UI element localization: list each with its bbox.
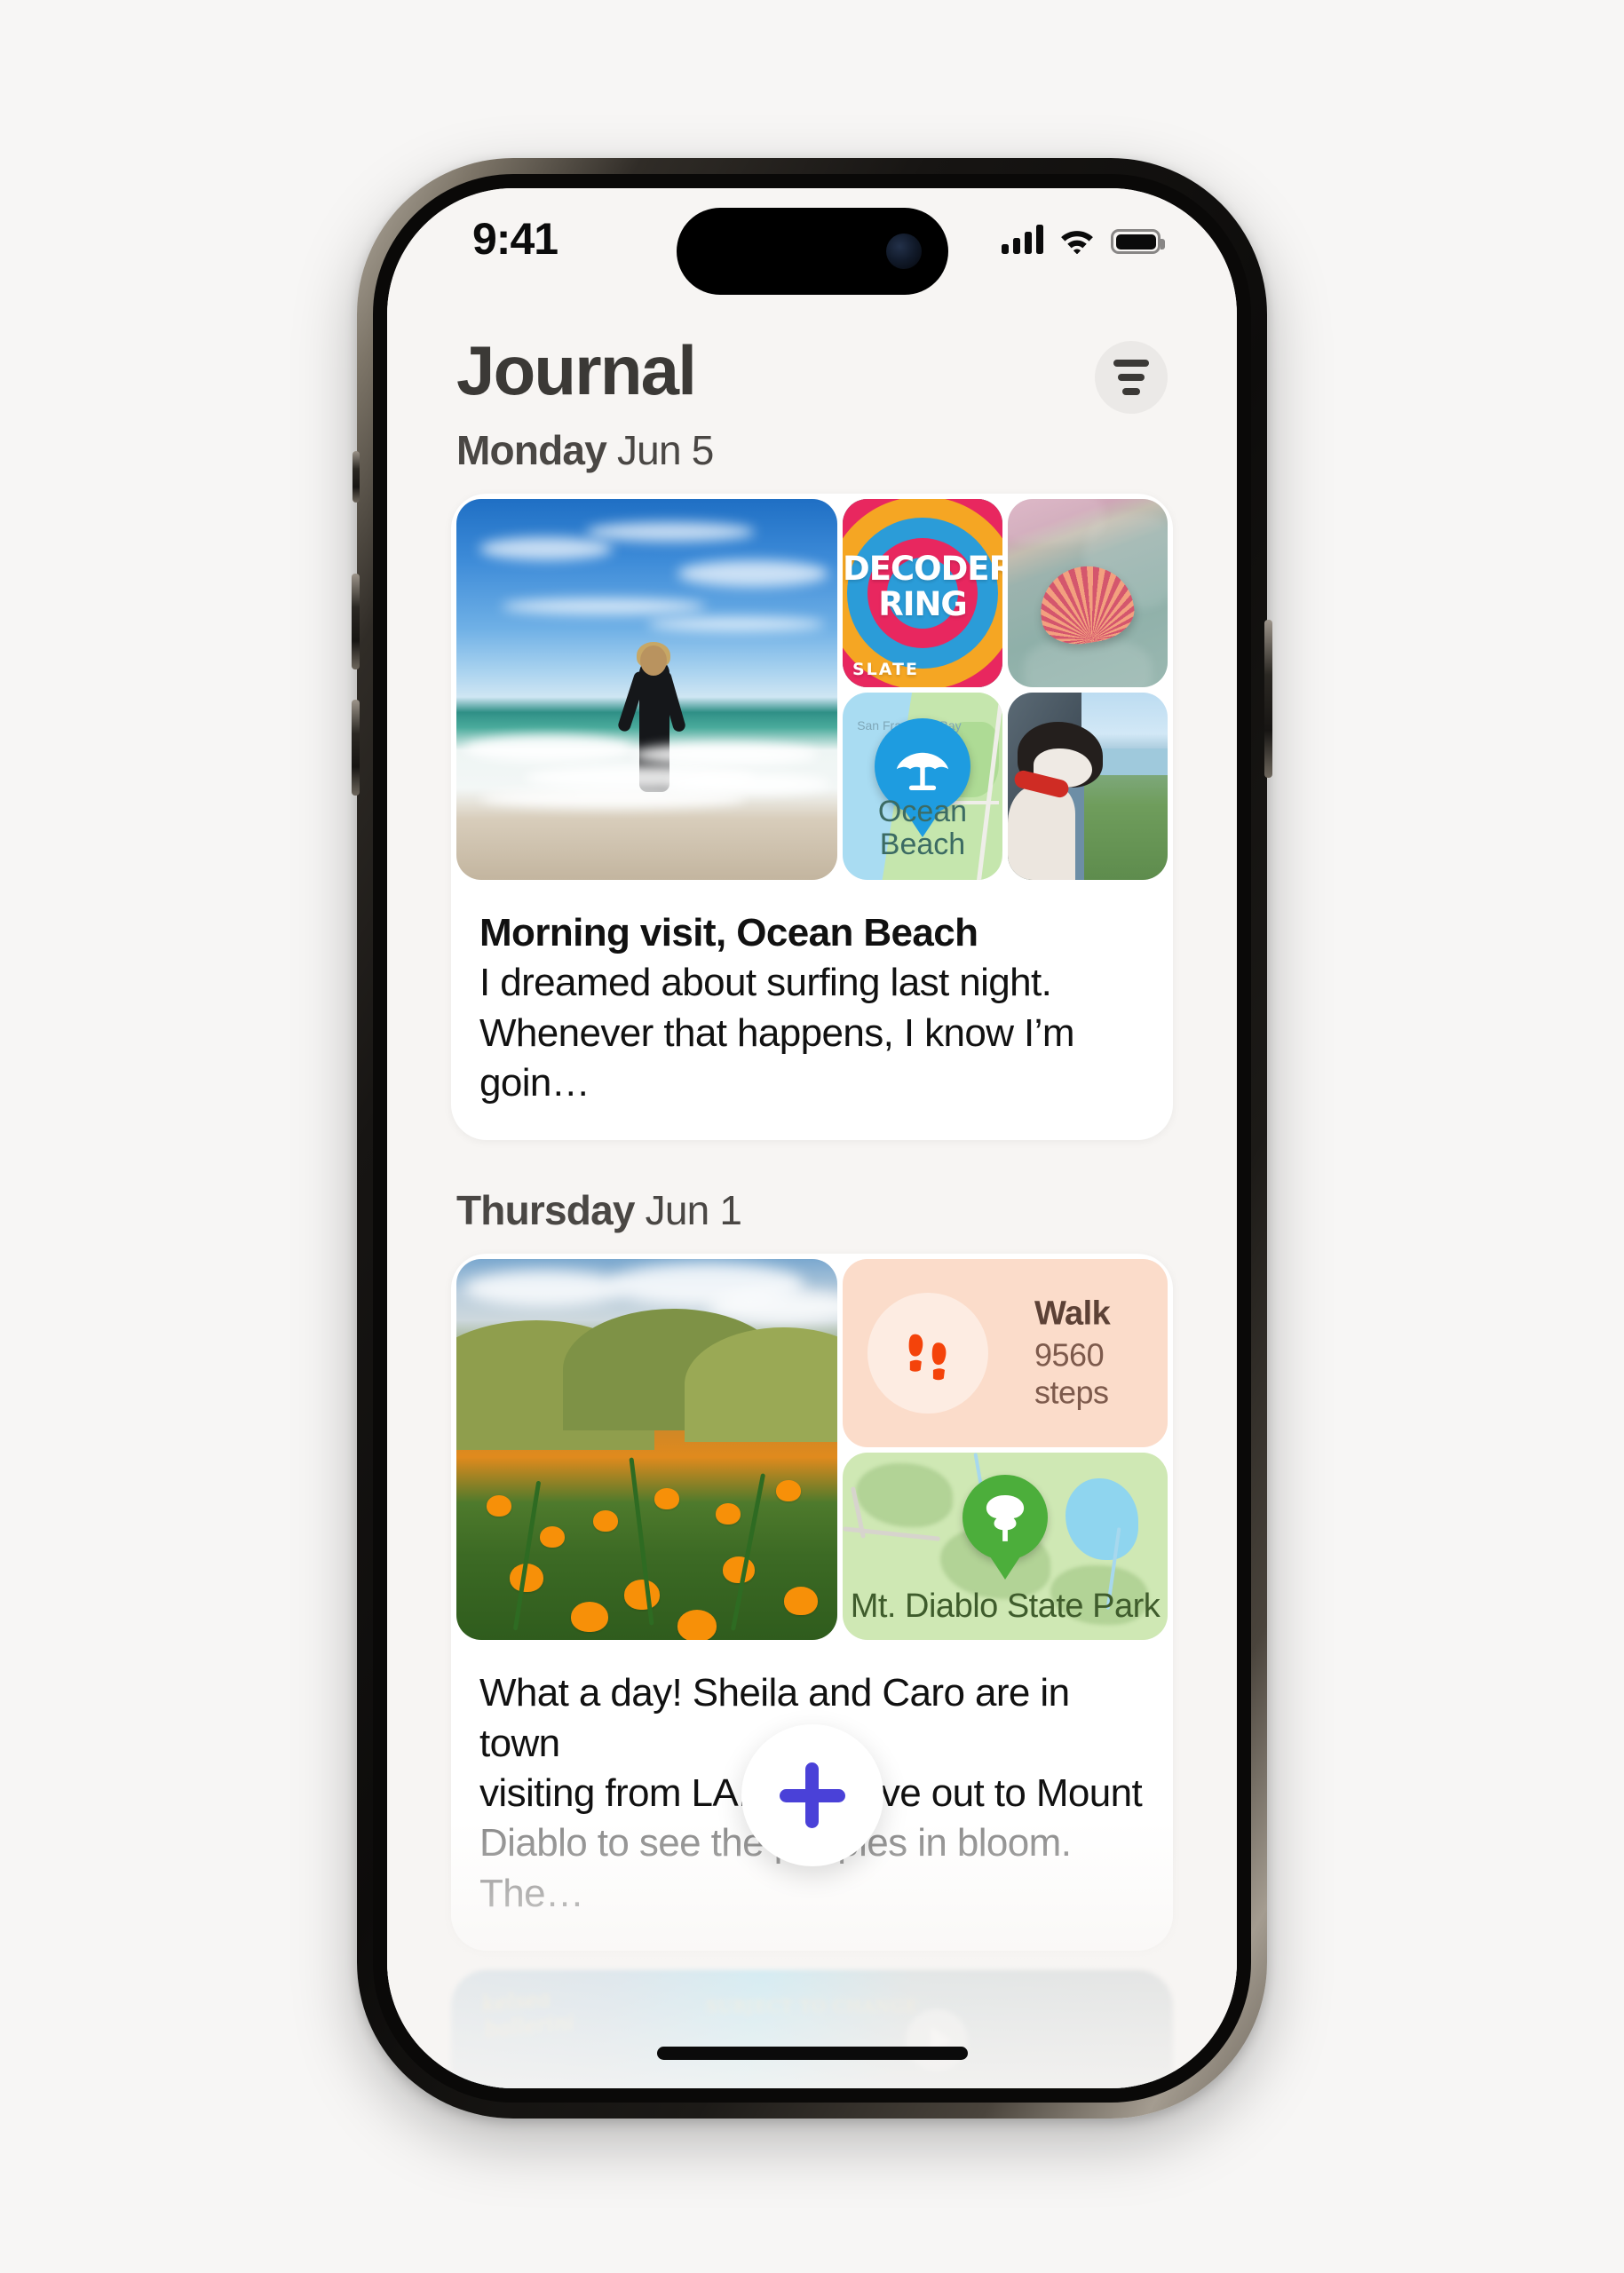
entry-body-line: I dreamed about surfing last night. bbox=[479, 961, 1052, 1005]
plus-icon-vertical bbox=[805, 1762, 819, 1828]
navigation-bar: Journal bbox=[387, 321, 1237, 428]
podcast-title-line2: RING bbox=[878, 585, 968, 624]
day-header-monday: Monday Jun 5 bbox=[456, 426, 1237, 474]
dog-in-car-photo[interactable] bbox=[1008, 692, 1168, 880]
album-title-label: SUBJECT TO CHANGE bbox=[705, 1996, 919, 2016]
battery-icon bbox=[1111, 229, 1165, 254]
poppy-hills-photo[interactable] bbox=[456, 1259, 837, 1641]
iphone-device-frame: Monday Jun 5 DECODER RING SLATE San Bay … bbox=[352, 158, 1272, 2119]
workout-title: Walk bbox=[1034, 1295, 1111, 1333]
surfer-photo[interactable] bbox=[456, 499, 837, 880]
footprints-icon bbox=[867, 1293, 988, 1414]
phone-screen: Monday Jun 5 DECODER RING SLATE San Bay … bbox=[387, 188, 1237, 2088]
battery-level-fill bbox=[1115, 234, 1156, 249]
battery-terminal bbox=[1161, 239, 1165, 249]
entry-title: Morning visit, Ocean Beach bbox=[479, 911, 978, 954]
ocean-beach-map-tile[interactable]: San Francisco Bay bbox=[843, 692, 1002, 880]
home-indicator-bar[interactable] bbox=[656, 2047, 968, 2060]
status-bar: 9:41 bbox=[387, 188, 1237, 295]
silent-switch[interactable] bbox=[353, 451, 360, 503]
status-bar-icons bbox=[1002, 217, 1165, 254]
status-bar-clock: 9:41 bbox=[472, 214, 558, 264]
entry-media-column: DECODER RING SLATE San Bay Ocean Beach bbox=[843, 499, 1168, 880]
partial-media-card[interactable]: kelsea ballerini SUBJECT TO CHANGE bbox=[451, 1969, 1173, 2088]
artist-script-label: kelsea ballerini bbox=[481, 1984, 575, 2042]
power-button[interactable] bbox=[1264, 620, 1272, 778]
day-of-week-label: Thursday bbox=[456, 1187, 635, 1234]
entry-media-grid: Walk 9560 steps Mt. Diablo State Park bbox=[451, 1254, 1173, 1645]
map-place-label: Ocean Beach bbox=[843, 796, 1002, 860]
play-icon[interactable] bbox=[906, 2008, 969, 2071]
entry-media-grid: DECODER RING SLATE San Bay Ocean Beach bbox=[451, 494, 1173, 885]
page-title: Journal bbox=[456, 331, 697, 409]
filter-lines-icon[interactable] bbox=[1095, 341, 1168, 414]
date-label: Jun 5 bbox=[616, 427, 714, 473]
day-of-week-label: Monday bbox=[456, 427, 607, 473]
journal-entry-card[interactable]: DECODER RING SLATE San Bay Ocean Beach M… bbox=[451, 494, 1173, 1141]
podcast-brand-label: SLATE bbox=[852, 659, 919, 679]
day-header-thursday: Thursday Jun 1 bbox=[456, 1186, 1237, 1234]
workout-steps: 9560 steps bbox=[1034, 1336, 1109, 1411]
entry-text-block: Morning visit, Ocean Beach I dreamed abo… bbox=[451, 885, 1173, 1140]
front-camera-icon bbox=[885, 234, 922, 269]
place-line1: Ocean bbox=[877, 794, 968, 828]
journal-app: Monday Jun 5 DECODER RING SLATE San Bay … bbox=[387, 188, 1237, 2088]
entry-widget-column: Walk 9560 steps Mt. Diablo State Park bbox=[843, 1259, 1168, 1641]
podcast-title-line1: DECODER bbox=[843, 550, 1002, 589]
volume-up-button[interactable] bbox=[352, 574, 360, 669]
date-label: Jun 1 bbox=[645, 1187, 742, 1234]
wifi-icon bbox=[1061, 231, 1093, 254]
place-line2: Beach bbox=[879, 827, 966, 861]
volume-down-button[interactable] bbox=[352, 700, 360, 796]
entry-body-line: Whenever that happens, I know I’m goin… bbox=[479, 1010, 1075, 1105]
walk-workout-widget[interactable]: Walk 9560 steps bbox=[843, 1259, 1168, 1447]
add-entry-button[interactable] bbox=[741, 1724, 883, 1866]
seashell-photo[interactable] bbox=[1008, 499, 1168, 687]
map-place-label: Mt. Diablo State Park bbox=[850, 1588, 1161, 1626]
dynamic-island[interactable] bbox=[676, 208, 948, 295]
mt-diablo-map-widget[interactable]: Mt. Diablo State Park bbox=[843, 1452, 1168, 1641]
tree-icon bbox=[963, 1475, 1048, 1561]
cellular-signal-icon bbox=[1002, 224, 1043, 254]
decoder-ring-podcast-tile[interactable]: DECODER RING SLATE bbox=[843, 499, 1002, 687]
